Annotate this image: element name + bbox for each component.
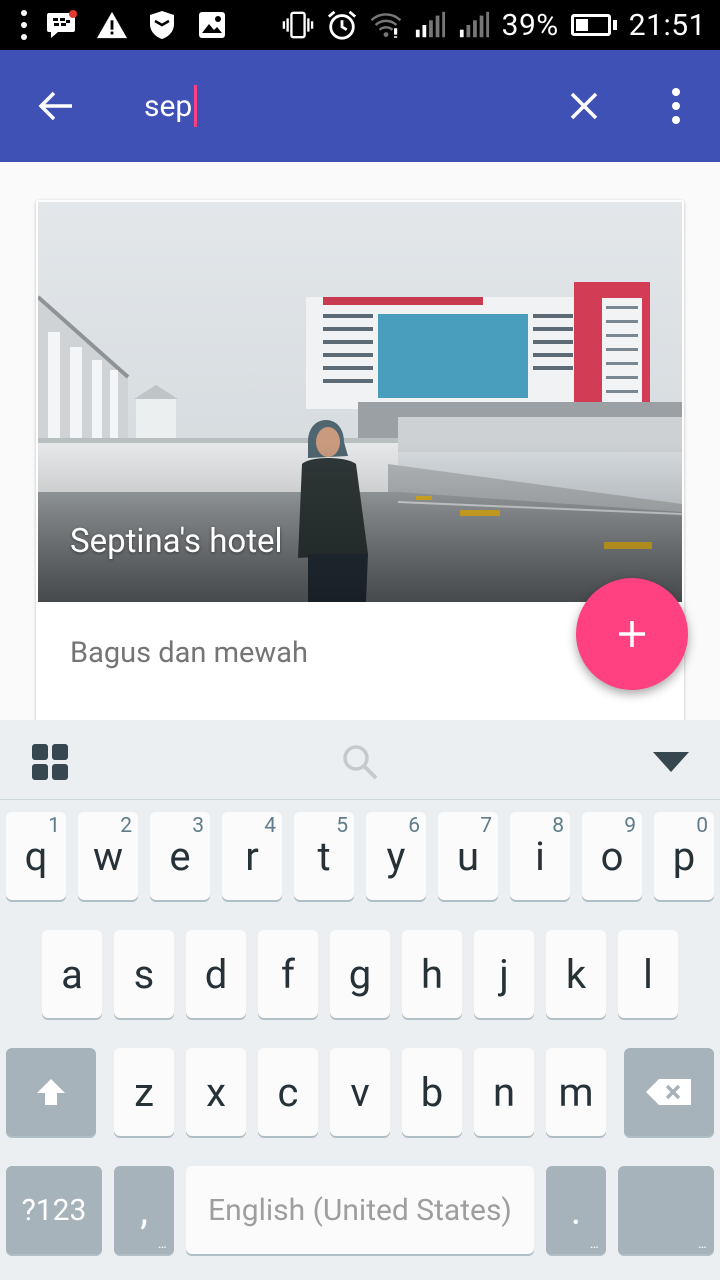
backspace-key[interactable] (624, 1048, 714, 1136)
key-p[interactable]: p0 (654, 812, 714, 900)
plus-icon (619, 621, 645, 647)
keyboard: q1 w2 e3 r4 t5 y6 u7 i8 o9 p0 a s d f g … (0, 800, 720, 1280)
battery-percent: 39% (501, 7, 559, 43)
warning-icon (96, 9, 128, 41)
key-z[interactable]: z (114, 1048, 174, 1136)
key-x[interactable]: x (186, 1048, 246, 1136)
keyboard-search-icon[interactable] (340, 742, 380, 782)
key-a[interactable]: a (42, 930, 102, 1018)
key-m[interactable]: m (546, 1048, 606, 1136)
key-b[interactable]: b (402, 1048, 462, 1136)
key-k[interactable]: k (546, 930, 606, 1018)
close-icon (570, 92, 598, 120)
search-input[interactable]: sep (144, 84, 198, 128)
signal-icon-2 (458, 9, 490, 41)
text-cursor (194, 85, 198, 127)
search-app-bar: sep (0, 50, 720, 162)
search-query: sep (144, 88, 193, 124)
card-description: Bagus dan mewah (70, 636, 308, 670)
add-fab-button[interactable] (576, 578, 688, 690)
hotel-card[interactable]: Septina's hotel Bagus dan mewah (36, 200, 684, 760)
key-s[interactable]: s (114, 930, 174, 1018)
key-f[interactable]: f (258, 930, 318, 1018)
wifi-icon (370, 9, 402, 41)
key-u[interactable]: u7 (438, 812, 498, 900)
back-button[interactable] (28, 78, 84, 134)
comma-key[interactable]: ,... (114, 1166, 174, 1254)
shift-key[interactable] (6, 1048, 96, 1136)
key-g[interactable]: g (330, 930, 390, 1018)
key-j[interactable]: j (474, 930, 534, 1018)
key-q[interactable]: q1 (6, 812, 66, 900)
key-e[interactable]: e3 (150, 812, 210, 900)
backspace-icon (646, 1079, 691, 1105)
space-key[interactable]: English (United States) (186, 1166, 534, 1254)
key-c[interactable]: c (258, 1048, 318, 1136)
screen: 39% 21:51 sep Septina's hotel Bagus dan … (0, 0, 720, 1280)
alarm-icon (326, 9, 358, 41)
key-y[interactable]: y6 (366, 812, 426, 900)
key-l[interactable]: l (618, 930, 678, 1018)
key-r[interactable]: r4 (222, 812, 282, 900)
battery-icon (570, 14, 617, 36)
key-d[interactable]: d (186, 930, 246, 1018)
emoji-key[interactable]: ... (618, 1166, 714, 1254)
shift-icon (37, 1079, 65, 1105)
arrow-back-icon (38, 91, 72, 121)
card-title: Septina's hotel (70, 522, 283, 561)
shield-icon (146, 9, 178, 41)
clock: 21:51 (628, 7, 706, 43)
key-i[interactable]: i8 (510, 812, 570, 900)
more-vert-icon (672, 88, 680, 96)
period-key[interactable]: .... (546, 1166, 606, 1254)
key-o[interactable]: o9 (582, 812, 642, 900)
key-t[interactable]: t5 (294, 812, 354, 900)
keyboard-suggestion-bar (0, 720, 720, 800)
key-w[interactable]: w2 (78, 812, 138, 900)
key-n[interactable]: n (474, 1048, 534, 1136)
key-h[interactable]: h (402, 930, 462, 1018)
key-v[interactable]: v (330, 1048, 390, 1136)
bbm-notification-icon (46, 9, 78, 41)
signal-icon (414, 9, 446, 41)
image-icon (196, 9, 228, 41)
keyboard-apps-icon[interactable] (32, 744, 68, 780)
clear-search-button[interactable] (556, 78, 612, 134)
overflow-dots-icon (20, 10, 28, 40)
hide-keyboard-icon[interactable] (652, 750, 690, 774)
vibrate-icon (282, 9, 314, 41)
symbols-key[interactable]: ?123 (6, 1166, 102, 1254)
status-bar: 39% 21:51 (0, 0, 720, 50)
more-options-button[interactable] (652, 78, 700, 134)
